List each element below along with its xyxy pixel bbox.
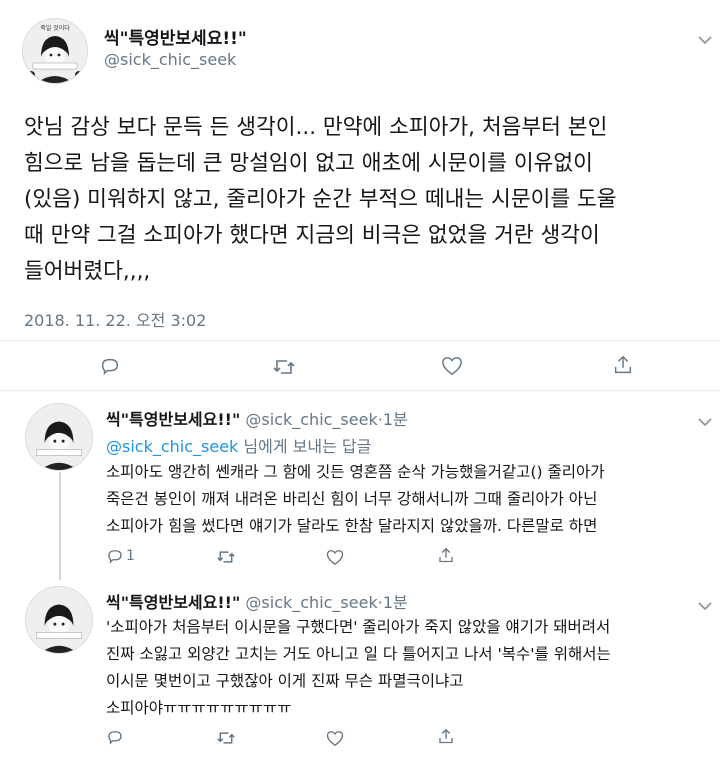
avatar[interactable]: 죽일 것이다 — [22, 18, 88, 84]
retweet-icon[interactable] — [216, 548, 236, 566]
like-icon[interactable] — [326, 730, 344, 747]
avatar-caption: 죽일 것이다 — [40, 24, 70, 32]
user-handle[interactable]: @sick_chic_seek — [245, 410, 377, 429]
user-handle[interactable]: @sick_chic_seek — [245, 593, 377, 612]
user-handle[interactable]: @sick_chic_seek — [104, 50, 236, 69]
display-name[interactable]: 씩"특영반보세요!!" — [104, 24, 247, 49]
reply-text: '소피아가 처음부터 이시문을 구했다면' 줄리아가 죽지 않았을 얘기가 돼버… — [106, 618, 611, 717]
reply-time[interactable]: 1분 — [383, 410, 408, 429]
reply-icon[interactable] — [99, 355, 121, 377]
reply-text: 소피아도 앵간히 쎈캐라 그 함에 깃든 영혼쯤 순삭 가능했을거같고() 줄리… — [106, 463, 605, 535]
like-icon[interactable] — [326, 549, 344, 566]
chevron-down-icon[interactable] — [697, 412, 713, 431]
chevron-down-icon[interactable] — [697, 596, 713, 615]
chevron-down-icon[interactable] — [697, 30, 713, 49]
share-icon[interactable] — [437, 727, 455, 746]
reply-count: 1 — [126, 548, 135, 564]
tweet-timestamp[interactable]: 2018. 11. 22. 오전 3:02 — [24, 307, 206, 331]
retweet-icon[interactable] — [272, 356, 296, 378]
retweet-icon[interactable] — [216, 729, 236, 747]
reply-icon[interactable]: 1 — [106, 547, 135, 565]
replying-to: @sick_chic_seek 님에게 보내는 답글 — [106, 433, 371, 457]
share-icon[interactable] — [437, 546, 455, 565]
divider — [0, 340, 720, 341]
reply-header: 씩"특영반보세요!!" @sick_chic_seek·1분 — [106, 589, 408, 613]
reply-header: 씩"특영반보세요!!" @sick_chic_seek·1분 — [106, 406, 408, 430]
reply-to-handle[interactable]: @sick_chic_seek — [106, 437, 238, 456]
thread-line — [59, 472, 61, 580]
avatar[interactable] — [25, 586, 93, 654]
tweet-text: 앗님 감상 보다 문득 든 생각이... 만약에 소피아가, 처음부터 본인 힘… — [24, 115, 617, 284]
display-name[interactable]: 씩"특영반보세요!!" — [106, 410, 240, 429]
reply-time[interactable]: 1분 — [383, 593, 408, 612]
share-icon[interactable] — [612, 354, 634, 376]
reply-icon[interactable] — [106, 728, 124, 746]
like-icon[interactable] — [441, 356, 463, 376]
display-name[interactable]: 씩"특영반보세요!!" — [106, 593, 240, 612]
divider — [0, 390, 720, 391]
reply-to-suffix: 님에게 보내는 답글 — [238, 437, 372, 456]
avatar[interactable] — [25, 403, 93, 471]
